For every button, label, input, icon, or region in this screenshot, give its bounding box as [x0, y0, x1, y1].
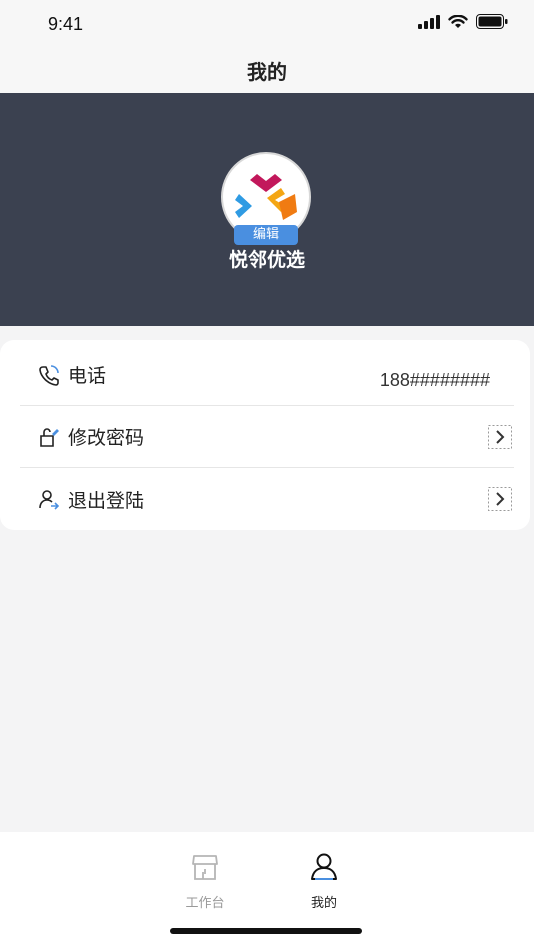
chevron-right-icon	[488, 424, 512, 449]
shop-name: 悦邻优选	[228, 249, 305, 271]
phone-label: 电话	[68, 365, 107, 387]
chevron-right-icon	[488, 487, 512, 511]
phone-value: 188########	[379, 370, 490, 390]
user-icon	[311, 853, 337, 880]
change-password-row[interactable]: 修改密码	[20, 406, 514, 468]
logout-label: 退出登陆	[68, 489, 145, 512]
home-indicator	[170, 928, 362, 934]
status-bar: 9:41	[0, 0, 534, 48]
wifi-icon	[448, 14, 468, 28]
tab-label: 我的	[310, 896, 337, 911]
status-icons	[418, 14, 508, 29]
battery-icon	[476, 14, 508, 29]
tab-workbench[interactable]: 工作台	[175, 852, 235, 911]
edit-avatar-button[interactable]: 编辑	[234, 225, 298, 245]
tab-label: 工作台	[185, 896, 225, 911]
lock-edit-icon	[38, 426, 60, 448]
status-time: 9:41	[48, 14, 84, 34]
user-logout-icon	[38, 488, 60, 510]
signal-icon	[418, 14, 440, 29]
logout-row[interactable]: 退出登陆	[20, 468, 514, 530]
phone-icon	[38, 364, 60, 386]
nav-bar: 我的	[0, 48, 534, 93]
page-title: 我的	[247, 60, 287, 84]
settings-card: 电话 188######## 修改密码 退出登陆	[0, 340, 530, 530]
change-password-label: 修改密码	[68, 427, 145, 449]
phone-row: 电话 188########	[20, 344, 514, 406]
tab-mine[interactable]: 我的	[294, 852, 354, 911]
shop-icon	[192, 855, 218, 880]
